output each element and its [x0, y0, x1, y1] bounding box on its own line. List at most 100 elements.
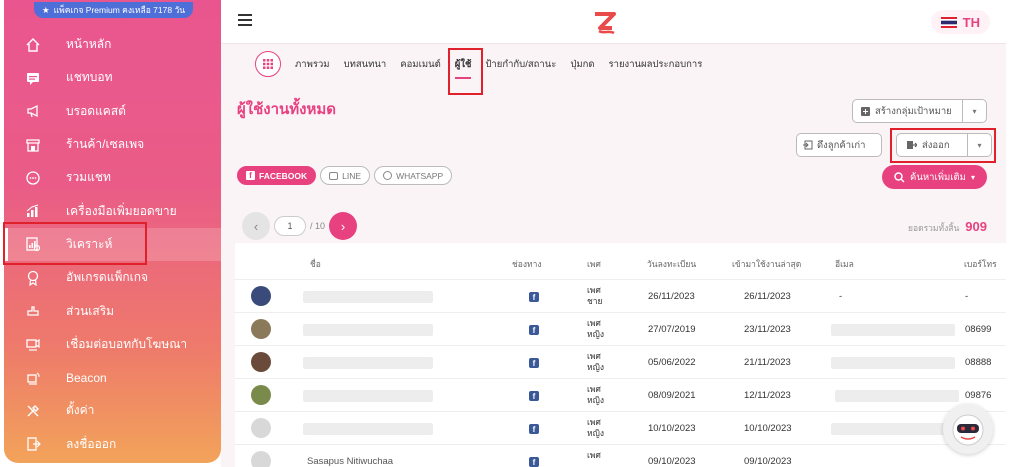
registered-date: 26/11/2023 [648, 291, 695, 302]
facebook-icon: f [529, 325, 539, 335]
sidebar-item-addons[interactable]: ส่วนเสริม [4, 294, 221, 327]
registered-date: 27/07/2019 [648, 324, 696, 335]
tab-performance-report[interactable]: รายงานผลประกอบการ [609, 57, 703, 72]
sidebar-item-beacon[interactable]: Beacon [4, 361, 221, 394]
pagination: ‹ 1 / 10 › [242, 212, 358, 240]
chats-icon [24, 169, 42, 187]
tab-labels-status[interactable]: ป้ายกำกับ/สถานะ [485, 57, 556, 72]
col-gender[interactable]: เพศ [587, 257, 601, 271]
prev-page-button[interactable]: ‹ [242, 212, 270, 240]
table-row[interactable]: f เพศชาย 26/11/2023 26/11/2023 - - [235, 280, 1006, 313]
channel-line-button[interactable]: LINE [320, 166, 371, 185]
sidebar-item-store[interactable]: ร้านค้า/เซลเพจ [4, 128, 221, 161]
registered-date: 05/06/2022 [648, 357, 696, 368]
email-redacted [831, 324, 955, 336]
email-redacted [831, 423, 955, 435]
sidebar-item-logout[interactable]: ลงชื่อออก [4, 428, 221, 461]
sidebar-item-label: เครื่องมือเพิ่มยอดขาย [66, 203, 177, 218]
sidebar-item-chats[interactable]: รวมแชท [4, 161, 221, 194]
channel-facebook-button[interactable]: f FACEBOOK [237, 166, 317, 185]
col-last-seen[interactable]: เข้ามาใช้งานล่าสุด [732, 257, 801, 271]
highlight-box-export [890, 128, 996, 163]
channel-label: LINE [342, 170, 362, 181]
last-seen-date: 23/11/2023 [744, 324, 791, 335]
menu-icon[interactable] [238, 14, 252, 29]
facebook-icon: f [529, 457, 539, 467]
next-page-button[interactable]: › [329, 212, 358, 240]
registered-date: 09/10/2023 [648, 456, 696, 467]
create-audience-button[interactable]: สร้างกลุ่มเป้าหมาย ▾ [852, 99, 987, 123]
col-channel[interactable]: ช่องทาง [512, 257, 542, 271]
phone: 09876 [965, 390, 992, 401]
col-email[interactable]: อีเมล [835, 257, 854, 271]
sidebar-item-upgrade[interactable]: อัพเกรดแพ็กเกจ [4, 261, 221, 294]
email-redacted [835, 390, 959, 402]
highlight-box-analytics [3, 222, 147, 265]
channel-label: FACEBOOK [259, 170, 308, 181]
table-row[interactable]: Sasapus Nitiwuchaa f เพศ 09/10/2023 09/1… [235, 445, 1006, 467]
sidebar-item-broadcast[interactable]: บรอดแคสต์ [4, 95, 221, 128]
facebook-icon: f [529, 292, 539, 302]
tab-bar: ภาพรวม บทสนทนา คอมเมนต์ ผู้ใช้ ป้ายกำกับ… [255, 49, 716, 79]
logout-icon [24, 435, 42, 453]
import-icon [803, 140, 813, 150]
sidebar-item-chatbot[interactable]: แชทบอท [4, 61, 221, 94]
chart-icon [24, 202, 42, 220]
language-selector[interactable]: TH [930, 10, 990, 34]
table-row[interactable]: f เพศหญิง 05/06/2022 21/11/2023 08888 [235, 346, 1006, 379]
gender: เพศหญิง [587, 318, 604, 339]
star-icon: ★ [42, 5, 50, 15]
col-registered[interactable]: วันลงทะเบียน [647, 257, 696, 271]
sidebar-item-settings[interactable]: ตั้งค่า [4, 394, 221, 427]
gender: เพศชาย [587, 285, 603, 306]
table-header: ชื่อ ช่องทาง เพศ วันลงทะเบียน เข้ามาใช้ง… [235, 243, 1006, 280]
avatar [251, 418, 271, 438]
plugin-icon [24, 302, 42, 320]
name-redacted [303, 423, 433, 435]
channel-whatsapp-button[interactable]: WHATSAPP [374, 166, 453, 185]
chevron-down-icon[interactable]: ▾ [962, 100, 986, 122]
name-redacted [303, 357, 433, 369]
avatar [251, 451, 271, 467]
sidebar-item-home[interactable]: หน้าหลัก [4, 28, 221, 61]
total-value: 909 [965, 219, 987, 234]
create-audience-label: สร้างกลุ่มเป้าหมาย [875, 105, 952, 117]
premium-badge-text: แพ็คเกจ Premium คงเหลือ 7178 วัน [53, 5, 186, 15]
chatbot-assistant-icon[interactable] [943, 404, 993, 454]
grid-menu-button[interactable] [255, 51, 281, 77]
facebook-icon: f [529, 391, 539, 401]
advanced-search-button[interactable]: ค้นหาเพิ่มเติม ▾ [882, 165, 987, 189]
table-row[interactable]: f เพศหญิง 27/07/2019 23/11/2023 08699 [235, 313, 1006, 346]
table-row[interactable]: f เพศหญิง 10/10/2023 10/10/2023 [235, 412, 1006, 445]
total-label: ยอดรวมทั้งสิ้น [907, 223, 960, 233]
col-phone[interactable]: เบอร์โทร [964, 257, 997, 271]
thai-flag-icon [940, 16, 957, 28]
language-label: TH [962, 14, 980, 30]
pull-old-customers-button[interactable]: ดึงลูกค้าเก่า [796, 133, 882, 157]
premium-badge: ★ แพ็คเกจ Premium คงเหลือ 7178 วัน [34, 2, 194, 18]
facebook-icon: f [246, 171, 255, 180]
sidebar-item-ads[interactable]: เชื่อมต่อบอทกับโฆษณา [4, 328, 221, 361]
whatsapp-icon [383, 171, 393, 180]
page-input[interactable]: 1 [274, 216, 306, 236]
email-redacted [831, 357, 955, 369]
last-seen-date: 12/11/2023 [744, 390, 791, 401]
table-row[interactable]: f เพศหญิง 08/09/2021 12/11/2023 09876 [235, 379, 1006, 412]
tab-comments[interactable]: คอมเมนต์ [400, 57, 441, 72]
col-name[interactable]: ชื่อ [310, 257, 321, 271]
highlight-box-users-tab [448, 48, 483, 95]
chat-icon [24, 69, 42, 87]
sidebar-item-label: เชื่อมต่อบอทกับโฆษณา [66, 336, 188, 351]
name-redacted [303, 291, 433, 303]
tab-buttons[interactable]: ปุ่มกด [570, 57, 594, 72]
gender: เพศหญิง [587, 351, 604, 372]
facebook-icon: f [529, 358, 539, 368]
store-icon [24, 136, 42, 154]
sidebar-item-label: ลงชื่อออก [66, 436, 117, 451]
gender: เพศหญิง [587, 417, 604, 438]
tab-conversations[interactable]: บทสนทนา [344, 57, 387, 72]
badge-icon [24, 269, 42, 287]
name-redacted [303, 324, 433, 336]
total-count: ยอดรวมทั้งสิ้น 909 [908, 219, 987, 235]
tab-overview[interactable]: ภาพรวม [295, 57, 330, 72]
